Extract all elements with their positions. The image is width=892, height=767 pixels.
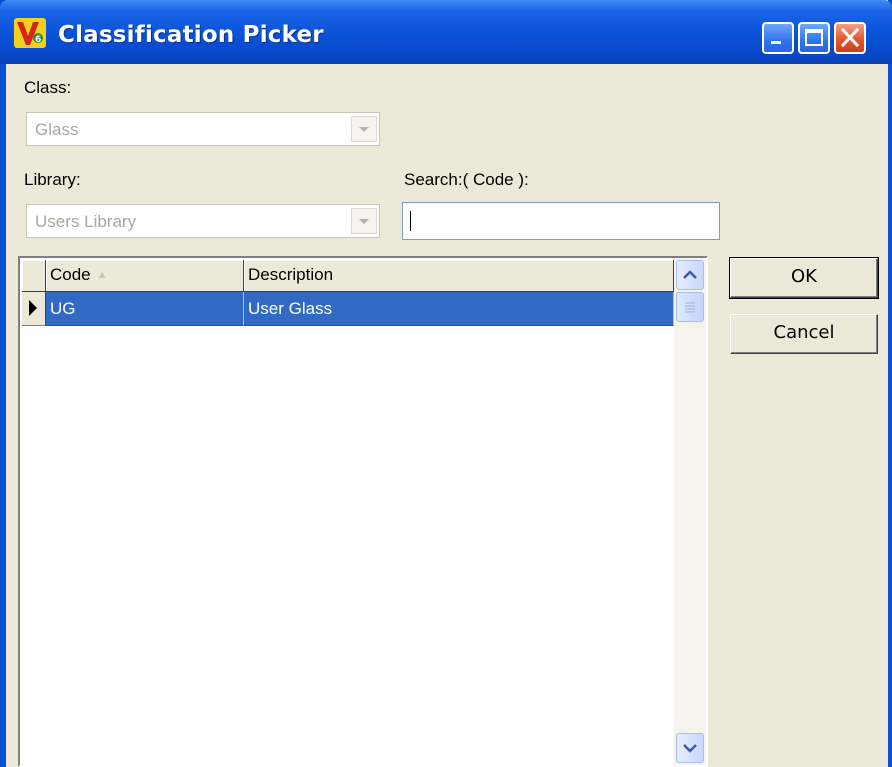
- chevron-down-icon[interactable]: [351, 208, 377, 234]
- svg-text:6: 6: [35, 35, 41, 45]
- column-header-code[interactable]: Code ▲: [46, 260, 244, 292]
- close-button[interactable]: [834, 22, 866, 54]
- scroll-down-button[interactable]: [676, 733, 704, 763]
- library-dropdown-value: Users Library: [35, 212, 137, 231]
- library-dropdown[interactable]: Users Library: [26, 204, 380, 238]
- table-row[interactable]: UG User Glass: [22, 292, 674, 326]
- minimize-button[interactable]: [762, 22, 794, 54]
- search-label: Search:( Code ):: [404, 170, 529, 189]
- class-dropdown-value: Glass: [35, 120, 79, 139]
- text-caret: [410, 211, 411, 231]
- search-input[interactable]: [402, 202, 720, 240]
- title-bar[interactable]: 6 Classification Picker: [0, 0, 892, 64]
- scroll-up-button[interactable]: [676, 260, 704, 290]
- scroll-thumb[interactable]: [676, 292, 704, 322]
- classification-grid[interactable]: Code ▲ Description UG User Glass: [18, 256, 708, 767]
- app-logo-icon: 6: [14, 18, 46, 48]
- cell-code[interactable]: UG: [46, 292, 244, 326]
- sort-ascending-icon: ▲: [96, 269, 108, 281]
- class-dropdown[interactable]: Glass: [26, 112, 380, 146]
- vertical-scrollbar[interactable]: [674, 258, 706, 765]
- row-indicator-header: [22, 260, 46, 292]
- column-header-description-label: Description: [248, 265, 334, 284]
- cell-description[interactable]: User Glass: [244, 292, 674, 326]
- column-header-code-label: Code: [50, 265, 91, 284]
- row-indicator: [22, 292, 46, 326]
- maximize-button[interactable]: [798, 22, 830, 54]
- cancel-button[interactable]: Cancel: [730, 314, 878, 354]
- column-header-description[interactable]: Description: [244, 260, 674, 292]
- chevron-down-icon[interactable]: [351, 116, 377, 142]
- ok-button[interactable]: OK: [729, 257, 879, 299]
- library-label: Library:: [24, 170, 81, 189]
- dialog-client-area: Class: Glass Library: Users Library Sear…: [6, 64, 888, 767]
- window-title: Classification Picker: [58, 22, 324, 48]
- current-row-arrow-icon: [29, 300, 37, 316]
- class-label: Class:: [24, 78, 72, 97]
